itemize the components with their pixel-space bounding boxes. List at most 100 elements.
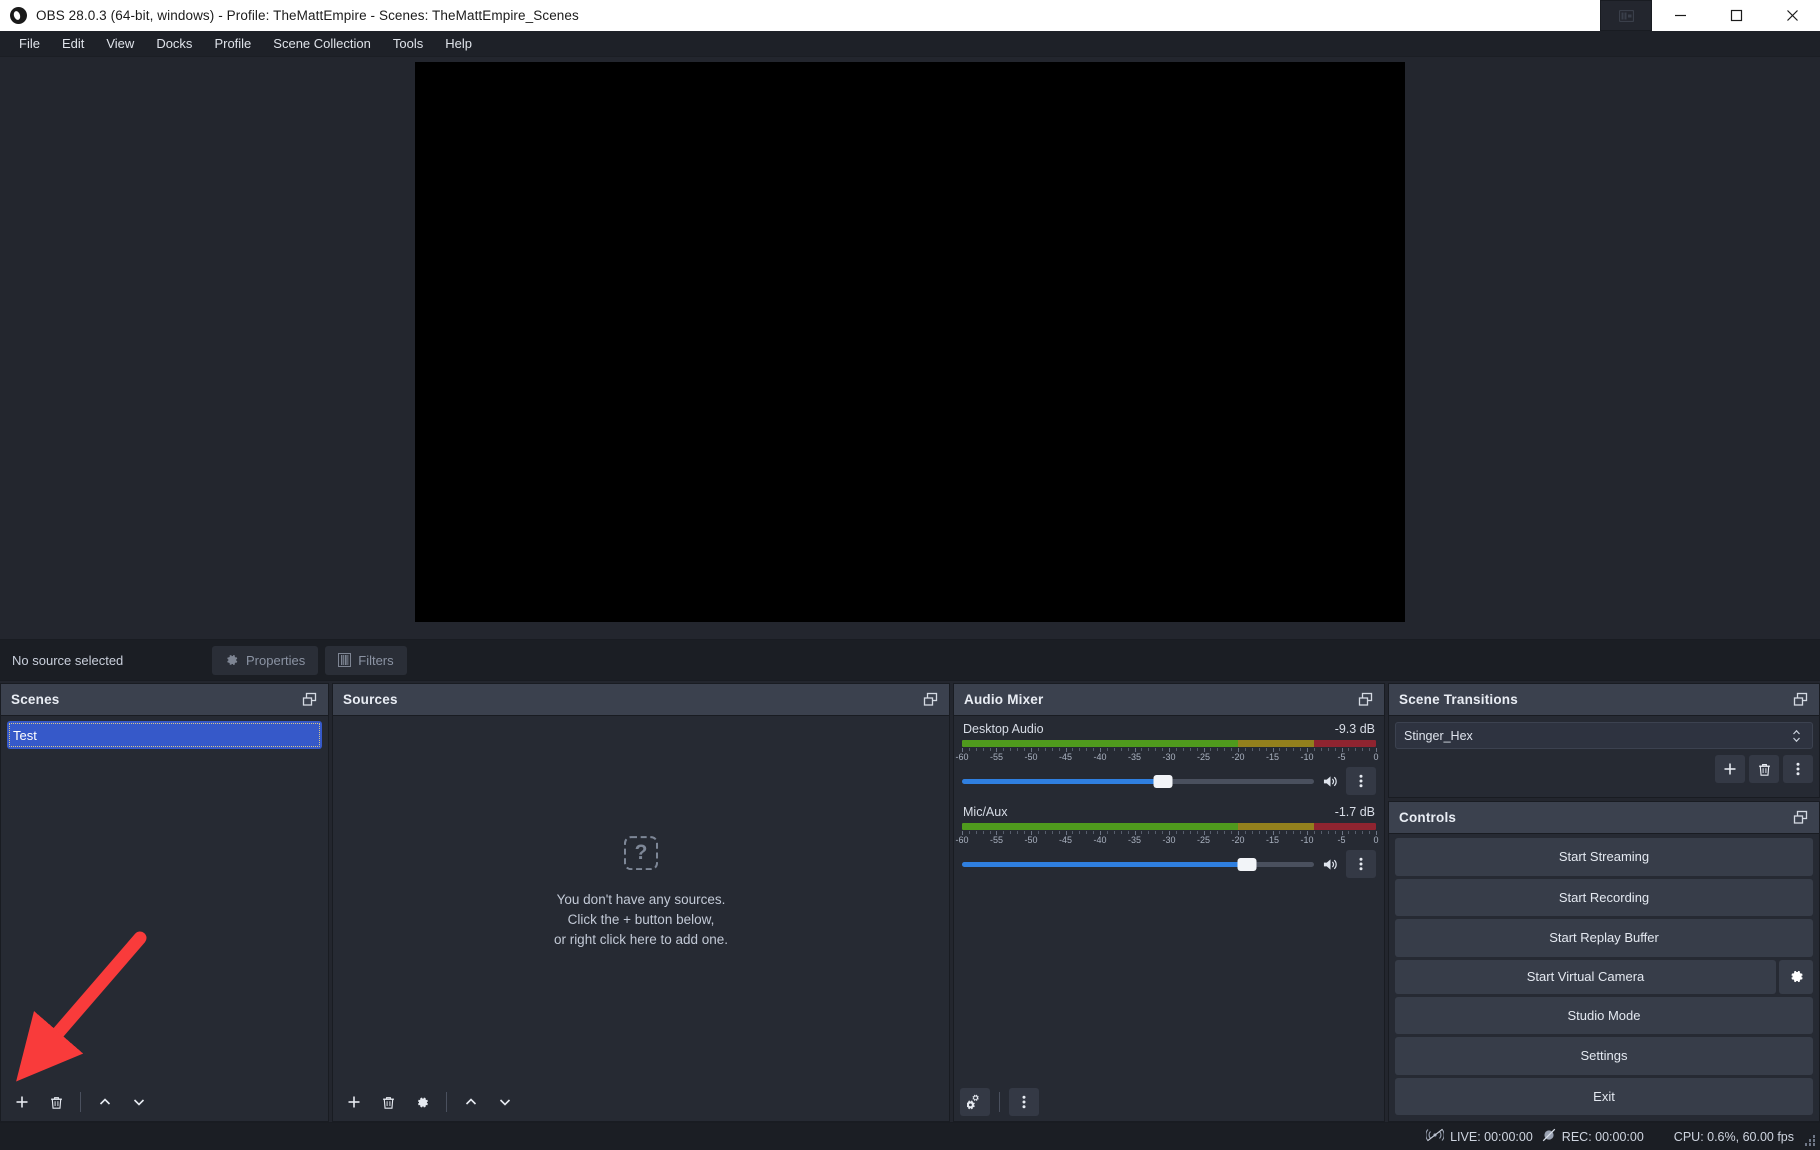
mixer-slider-row bbox=[959, 846, 1379, 878]
dock-layout-button[interactable] bbox=[1600, 0, 1652, 31]
source-properties-button[interactable] bbox=[407, 1088, 437, 1116]
maximize-button[interactable] bbox=[1708, 0, 1764, 31]
source-toolbar: No source selected Properties Filters bbox=[0, 639, 1820, 681]
meter-tick-minor bbox=[1266, 748, 1267, 751]
start-recording-button[interactable]: Start Recording bbox=[1395, 879, 1813, 917]
controls-buttons: Start Streaming Start Recording Start Re… bbox=[1389, 834, 1819, 1121]
meter-tick-minor bbox=[1293, 831, 1294, 834]
meter-tick-minor bbox=[1279, 748, 1280, 751]
meter-tick-label: -30 bbox=[1162, 835, 1175, 845]
speaker-icon[interactable] bbox=[1320, 771, 1340, 791]
move-source-up-button[interactable] bbox=[456, 1088, 486, 1116]
mixer-track-menu-button[interactable] bbox=[1346, 767, 1376, 795]
meter-tick-label: -25 bbox=[1197, 835, 1210, 845]
menu-file[interactable]: File bbox=[8, 33, 51, 54]
meter-tick-minor bbox=[1314, 831, 1315, 834]
transition-select[interactable]: Stinger_Hex bbox=[1395, 722, 1813, 749]
add-transition-button[interactable] bbox=[1715, 755, 1745, 783]
meter-tick-minor bbox=[1231, 748, 1232, 751]
add-scene-button[interactable] bbox=[7, 1088, 37, 1116]
start-replay-buffer-button[interactable]: Start Replay Buffer bbox=[1395, 919, 1813, 957]
meter-tick-minor bbox=[1210, 748, 1211, 751]
audio-mixer-dock-header: Audio Mixer bbox=[954, 684, 1384, 716]
speaker-icon[interactable] bbox=[1320, 854, 1340, 874]
mixer-track-header: Mic/Aux -1.7 dB bbox=[959, 805, 1379, 823]
meter-tick-label: -55 bbox=[990, 835, 1003, 845]
sources-title: Sources bbox=[343, 692, 398, 707]
undock-icon[interactable] bbox=[1356, 691, 1374, 709]
scene-list-item[interactable]: Test bbox=[7, 721, 322, 749]
filters-button[interactable]: Filters bbox=[325, 646, 406, 675]
studio-mode-button[interactable]: Studio Mode bbox=[1395, 997, 1813, 1035]
mixer-track-db: -1.7 dB bbox=[1335, 805, 1375, 819]
meter-tick-minor bbox=[1017, 748, 1018, 751]
undock-icon[interactable] bbox=[1791, 809, 1809, 827]
start-streaming-button[interactable]: Start Streaming bbox=[1395, 838, 1813, 876]
meter-tick-minor bbox=[1114, 831, 1115, 834]
virtual-camera-settings-button[interactable] bbox=[1779, 960, 1813, 994]
meter-tick-minor bbox=[1217, 831, 1218, 834]
mixer-track: Mic/Aux -1.7 dB -60-55-50-45-40-35-30-25… bbox=[959, 805, 1379, 878]
status-bar: LIVE: 00:00:00 REC: 00:00:00 CPU: 0.6%, … bbox=[0, 1122, 1820, 1150]
volume-slider[interactable] bbox=[962, 771, 1314, 791]
volume-slider[interactable] bbox=[962, 854, 1314, 874]
remove-transition-button[interactable] bbox=[1749, 755, 1779, 783]
mixer-track-menu-button[interactable] bbox=[1346, 850, 1376, 878]
meter-tick-minor bbox=[1190, 748, 1191, 751]
scene-transitions-body: Stinger_Hex bbox=[1389, 716, 1819, 797]
remove-scene-button[interactable] bbox=[41, 1088, 71, 1116]
advanced-audio-properties-button[interactable] bbox=[960, 1088, 990, 1116]
undock-icon[interactable] bbox=[1791, 691, 1809, 709]
move-scene-up-button[interactable] bbox=[90, 1088, 120, 1116]
preview-area[interactable] bbox=[0, 57, 1820, 639]
gear-icon bbox=[225, 653, 239, 667]
sources-empty-line-1: You don't have any sources. bbox=[557, 890, 726, 910]
menu-tools[interactable]: Tools bbox=[382, 33, 434, 54]
undock-icon[interactable] bbox=[300, 691, 318, 709]
menu-help[interactable]: Help bbox=[434, 33, 483, 54]
move-scene-down-button[interactable] bbox=[124, 1088, 154, 1116]
meter-tick-label: -5 bbox=[1337, 835, 1345, 845]
meter-tick-label: -10 bbox=[1300, 752, 1313, 762]
mixer-menu-button[interactable] bbox=[1009, 1088, 1039, 1116]
menu-profile[interactable]: Profile bbox=[203, 33, 262, 54]
properties-button[interactable]: Properties bbox=[212, 646, 318, 675]
undock-icon[interactable] bbox=[921, 691, 939, 709]
exit-button[interactable]: Exit bbox=[1395, 1078, 1813, 1116]
meter-tick-minor bbox=[1183, 748, 1184, 751]
meter-tick-label: -35 bbox=[1128, 835, 1141, 845]
meter-tick-minor bbox=[983, 748, 984, 751]
scenes-list[interactable]: Test bbox=[1, 716, 328, 1083]
updown-chevrons-icon[interactable] bbox=[1788, 725, 1804, 747]
sources-list[interactable]: ? You don't have any sources. Click the … bbox=[333, 716, 949, 1083]
menu-docks[interactable]: Docks bbox=[145, 33, 203, 54]
start-virtual-camera-button[interactable]: Start Virtual Camera bbox=[1395, 960, 1776, 994]
move-source-down-button[interactable] bbox=[490, 1088, 520, 1116]
audio-mixer-title: Audio Mixer bbox=[964, 692, 1043, 707]
meter-tick-minor bbox=[1286, 831, 1287, 834]
sources-empty-state: ? You don't have any sources. Click the … bbox=[333, 836, 949, 950]
add-source-button[interactable] bbox=[339, 1088, 369, 1116]
remove-source-button[interactable] bbox=[373, 1088, 403, 1116]
close-button[interactable] bbox=[1764, 0, 1820, 31]
meter-tick-minor bbox=[1024, 831, 1025, 834]
meter-tick-minor bbox=[1038, 831, 1039, 834]
menu-edit[interactable]: Edit bbox=[51, 33, 95, 54]
settings-button[interactable]: Settings bbox=[1395, 1037, 1813, 1075]
transition-menu-button[interactable] bbox=[1783, 755, 1813, 783]
preview-canvas[interactable] bbox=[415, 62, 1405, 622]
meter-tick-minor bbox=[1141, 748, 1142, 751]
meter-tick-minor bbox=[1010, 748, 1011, 751]
meter-tick-minor bbox=[990, 748, 991, 751]
meter-tick-minor bbox=[1155, 831, 1156, 834]
right-dock-column: Scene Transitions Stinger_Hex bbox=[1388, 683, 1820, 1122]
menu-view[interactable]: View bbox=[95, 33, 145, 54]
minimize-button[interactable] bbox=[1652, 0, 1708, 31]
scene-transitions-title: Scene Transitions bbox=[1399, 692, 1518, 707]
menu-scene-collection[interactable]: Scene Collection bbox=[262, 33, 382, 54]
meter-tick-label: -10 bbox=[1300, 835, 1313, 845]
resize-grip-icon[interactable] bbox=[1804, 1135, 1815, 1146]
meter-tick-minor bbox=[1114, 748, 1115, 751]
meter-tick-label: -45 bbox=[1059, 835, 1072, 845]
controls-dock-header: Controls bbox=[1389, 802, 1819, 834]
